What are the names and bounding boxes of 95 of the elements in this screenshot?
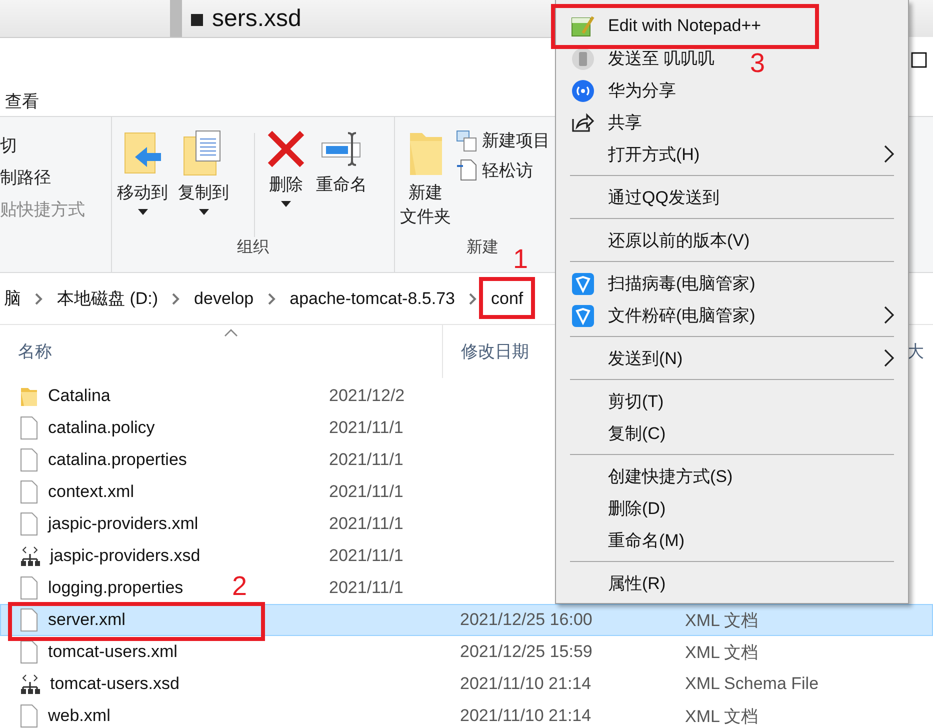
file-icon [20,608,38,632]
caret-icon [138,208,148,215]
phone-icon [571,47,595,71]
table-cell: 2021/12/25 16:00 [460,610,592,629]
sort-caret-icon [224,329,238,337]
table-cell: 2021/11/1 [329,514,404,533]
group-label: 组织 [237,238,269,258]
document-icon [456,158,478,182]
table-cell: 2021/11/10 21:14 [460,706,592,725]
ribbon-button[interactable]: 新建 文件夹 [395,129,456,237]
table-cell-text: XML 文档 [685,642,758,664]
menu-item[interactable]: 属性(R) [557,567,674,599]
file-icon [20,448,38,472]
shield-icon [571,272,595,296]
tab-title[interactable]: sers.xsd [212,4,302,32]
new-item-icon [456,130,478,152]
annotation-number: 2 [232,573,248,600]
menu-item[interactable]: 复制(C) [557,417,674,449]
breadcrumb[interactable]: apache-tomcat-8.5.73 [286,288,459,308]
file-name[interactable]: tomcat-users.xsd [50,674,180,694]
ribbon-command[interactable]: 新建项目 [456,129,550,152]
chevron-icon [469,292,477,304]
file-name[interactable]: catalina.policy [48,418,155,438]
file-name[interactable]: logging.properties [48,578,184,598]
menu-item[interactable]: 通过QQ发送到 [557,181,728,213]
menu-item[interactable]: 共享 [557,106,650,138]
table-cell: 2021/11/1 [329,482,404,501]
breadcrumb[interactable]: 脑 [0,287,25,310]
ribbon-command[interactable]: 轻松访 [456,158,550,182]
file-name[interactable]: catalina.properties [48,450,187,470]
table-cell-text: XML 文档 [685,610,758,632]
ribbon-button[interactable]: 重命名 [311,129,372,237]
table-cell: 2021/11/1 [329,450,404,469]
scrollbar [170,0,182,37]
file-row[interactable]: server.xml 2021/12/25 16:00 XML 文档 [0,604,933,636]
table-cell-text: XML 文档 [685,706,758,728]
rename-icon [320,129,364,169]
caret-icon [198,208,208,215]
file-name[interactable]: context.xml [48,482,134,502]
caret-icon [281,200,291,207]
file-name[interactable]: web.xml [48,706,110,726]
network-icon [20,673,40,695]
file-icon [20,512,38,536]
table-cell: XML Schema File [685,674,819,694]
ribbon-command[interactable]: 切 [0,129,111,161]
table-cell: 2021/11/1 [329,578,404,597]
file-icon [20,416,38,440]
breadcrumb[interactable]: develop [190,288,258,308]
table-cell: 2021/11/1 [329,546,404,565]
menu-item[interactable]: Edit with Notepad++ [557,10,770,42]
menu-item[interactable]: 还原以前的版本(V) [557,224,758,256]
table-cell: 2021/11/10 21:14 [460,674,592,693]
menu-item[interactable]: 打开方式(H) [557,138,908,170]
chevron-icon [268,292,276,304]
wireless-icon [571,79,595,103]
ribbon-button[interactable]: 移动到 [112,129,173,237]
annotation-number: 1 [513,246,528,273]
file-icon [20,704,38,728]
group-label: 新建 [466,238,498,258]
menu-item[interactable]: 创建快捷方式(S) [557,460,741,492]
file-icon [20,576,38,600]
chevron-icon [35,292,43,304]
table-cell: 2021/12/2 [329,386,405,405]
shield-icon [571,304,595,328]
breadcrumb[interactable]: conf [487,288,528,308]
file-name[interactable]: jaspic-providers.xml [48,514,198,534]
share-icon [571,111,595,133]
chevron-icon [172,292,180,304]
table-cell: 2021/12/25 15:59 [460,642,592,661]
file-name[interactable]: tomcat-users.xml [48,642,178,662]
menu-item[interactable]: 剪切(T) [557,385,672,417]
notepad-icon [571,15,595,37]
menu-item[interactable]: 发送至 叽叽叽 [557,42,723,74]
annotation-number: 3 [750,50,766,77]
menu-item[interactable]: 华为分享 [557,74,684,106]
file-name: server.xml [48,610,126,630]
file-icon [20,640,38,664]
ribbon-command[interactable]: 制路径 [0,161,111,193]
column-header[interactable]: 名称 [0,340,442,363]
table-cell: 2021/11/1 [329,418,404,437]
column-header[interactable]: 大 [907,340,924,363]
menu-item[interactable]: 重命名(M) [557,524,692,556]
ribbon-button[interactable]: 复制到 [173,129,234,237]
maximize-icon [911,52,927,68]
file-name[interactable]: Catalina [48,386,110,406]
ribbon-tab[interactable]: 查看 [5,90,39,112]
breadcrumb[interactable]: 本地磁盘 (D:) [53,287,162,310]
ribbon-button[interactable]: 删除 [261,129,311,237]
file-icon [20,480,38,504]
file-name[interactable]: jaspic-providers.xsd [50,546,200,566]
menu-item[interactable]: 发送到(N) [557,342,908,374]
network-icon [20,545,40,567]
menu-item[interactable]: 删除(D) [557,492,674,524]
delete-icon [266,129,306,169]
highlight-box [479,277,536,319]
